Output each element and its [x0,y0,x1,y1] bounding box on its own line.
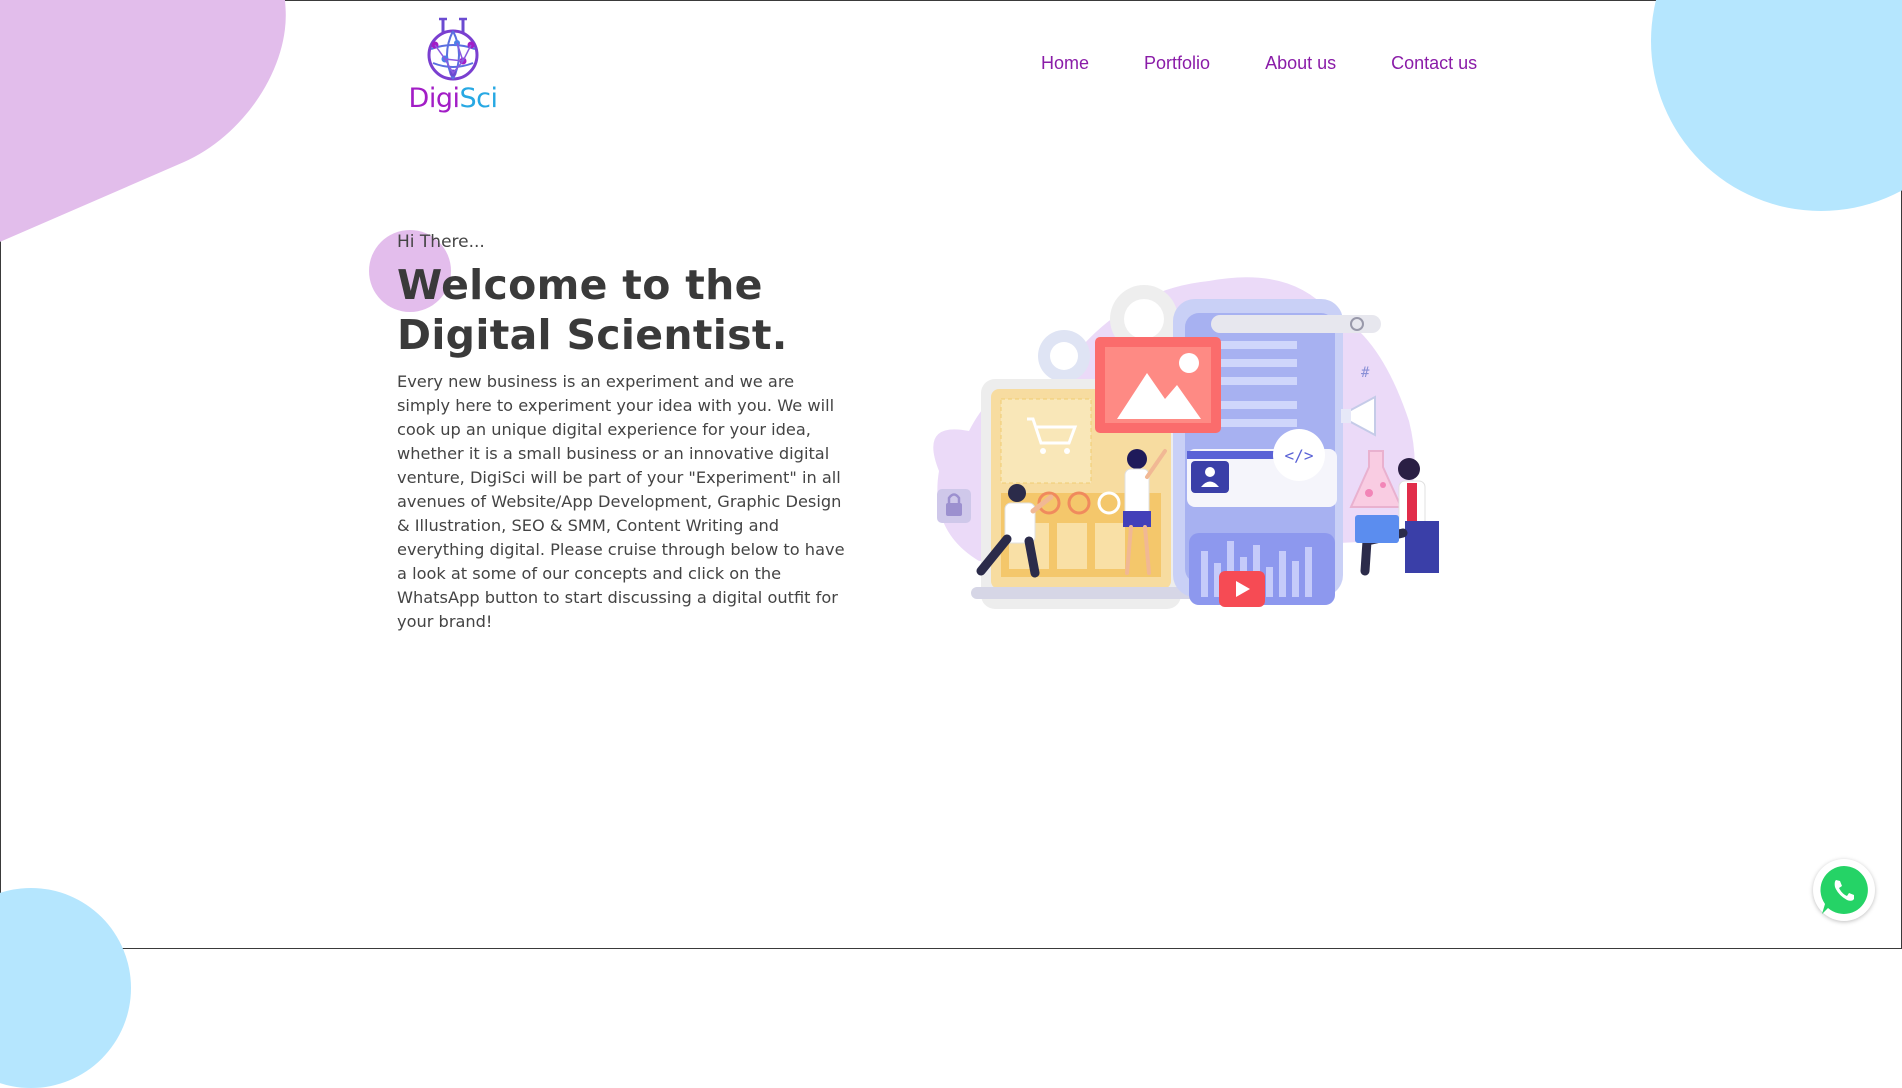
logo-text-digi: Digi [408,83,460,114]
hero-title-line2: Digital Scientist. [397,311,788,359]
hero-title: Welcome to the Digital Scientist. [397,260,847,360]
logo-text: DigiSci [405,83,501,114]
hero-greeting: Hi There... [397,232,485,252]
nav-contact-us[interactable]: Contact us [1391,53,1477,74]
code-tag: </> [1285,446,1314,465]
play-icon [1219,571,1265,607]
hero-description: Every new business is an experiment and … [397,372,845,631]
whatsapp-button[interactable] [1813,859,1875,921]
decorative-blob-top-left [0,0,294,262]
flask-globe-icon [427,17,479,81]
hero-title-line1: Welcome to the [397,261,763,309]
nav-home[interactable]: Home [1041,53,1089,74]
user-icon [1191,461,1229,493]
search-icon [1211,315,1381,333]
decorative-blob-bottom-left [0,888,131,1088]
nav-about-us[interactable]: About us [1265,53,1336,74]
whatsapp-icon [1820,866,1868,914]
decorative-blob-top-right [1651,0,1902,211]
hero-section: Hi There... Welcome to the Digital Scient… [397,232,847,634]
lock-icon [937,489,971,523]
nav-portfolio[interactable]: Portfolio [1144,53,1210,74]
main-nav: Home Portfolio About us Contact us [1041,53,1477,74]
hero-illustration: </> # [909,271,1469,621]
hash-tag: # [1361,365,1370,381]
image-icon [1095,337,1221,433]
logo[interactable]: DigiSci [405,15,501,119]
logo-text-sci: Sci [459,83,498,114]
